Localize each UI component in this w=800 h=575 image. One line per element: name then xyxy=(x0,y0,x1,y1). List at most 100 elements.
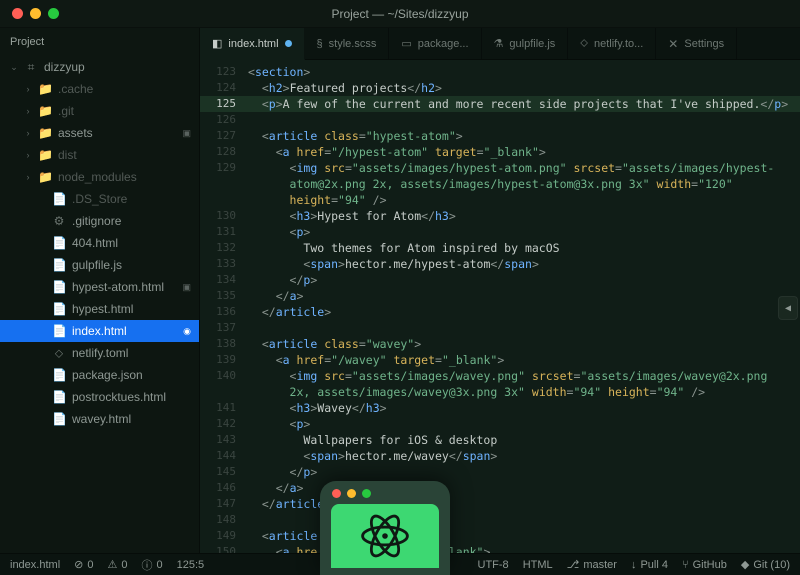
line-number[interactable]: 146 xyxy=(200,480,244,496)
tree-item[interactable]: ⚙.gitignore xyxy=(0,210,199,232)
tree-item[interactable]: ⬦netlify.toml xyxy=(0,342,199,364)
line-number[interactable]: 139 xyxy=(200,352,244,368)
code-line[interactable]: <section> xyxy=(244,64,800,80)
line-number[interactable]: 132 xyxy=(200,240,244,256)
tree-item[interactable]: 📄index.html◉ xyxy=(0,320,199,342)
statusbar-item[interactable]: ⎇master xyxy=(567,558,617,571)
code-area[interactable]: <section> <h2>Featured projects</h2> <p>… xyxy=(244,60,800,553)
line-number[interactable] xyxy=(200,384,244,400)
line-number[interactable]: 137 xyxy=(200,320,244,336)
tree-item[interactable]: ›📁.git xyxy=(0,100,199,122)
status-icon: ⚠ xyxy=(107,558,117,571)
line-number[interactable]: 143 xyxy=(200,432,244,448)
line-number[interactable]: 124 xyxy=(200,80,244,96)
tree-item[interactable]: 📄package.json xyxy=(0,364,199,386)
code-line[interactable]: <p>A few of the current and more recent … xyxy=(244,96,800,112)
line-number[interactable]: 150 xyxy=(200,544,244,553)
code-line[interactable]: </article> xyxy=(244,304,800,320)
statusbar-item[interactable]: ↓Pull 4 xyxy=(631,559,668,571)
line-number[interactable]: 147 xyxy=(200,496,244,512)
line-number[interactable]: 126 xyxy=(200,112,244,128)
file-icon: 📄 xyxy=(52,412,66,426)
code-line[interactable]: <a href="/wavey" target="_blank"> xyxy=(244,352,800,368)
line-number[interactable]: 131 xyxy=(200,224,244,240)
tree-item[interactable]: ›📁assets▣ xyxy=(0,122,199,144)
code-line[interactable]: <span>hector.me/hypest-atom</span> xyxy=(244,256,800,272)
line-number[interactable] xyxy=(200,192,244,208)
code-line[interactable]: <article class="hypest-atom"> xyxy=(244,128,800,144)
code-line[interactable]: <a href="/hypest-atom" target="_blank"> xyxy=(244,144,800,160)
minimize-button[interactable] xyxy=(30,8,41,19)
line-number[interactable]: 123 xyxy=(200,64,244,80)
zoom-button[interactable] xyxy=(48,8,59,19)
code-line[interactable]: <span>hector.me/wavey</span> xyxy=(244,448,800,464)
line-number[interactable]: 149 xyxy=(200,528,244,544)
code-line[interactable]: <p> xyxy=(244,416,800,432)
tree-item[interactable]: 📄postrocktues.html xyxy=(0,386,199,408)
tab[interactable]: ▭package... xyxy=(389,28,481,59)
code-line[interactable]: <article class="wavey"> xyxy=(244,336,800,352)
tree-item[interactable]: ›📁dist xyxy=(0,144,199,166)
line-number[interactable]: 130 xyxy=(200,208,244,224)
line-number[interactable]: 141 xyxy=(200,400,244,416)
code-line[interactable]: </p> xyxy=(244,272,800,288)
tab-settings[interactable]: ✕Settings xyxy=(656,28,737,59)
editor[interactable]: 1231241251261271281291301311321331341351… xyxy=(200,60,800,553)
tree-item[interactable]: ›📁node_modules xyxy=(0,166,199,188)
statusbar-item[interactable]: 125:5 xyxy=(177,559,205,571)
line-number[interactable]: 135 xyxy=(200,288,244,304)
statusbar-item[interactable]: ⓘ0 xyxy=(141,557,162,573)
line-number[interactable]: 129 xyxy=(200,160,244,176)
code-line[interactable]: </a> xyxy=(244,288,800,304)
code-line[interactable]: 2x, assets/images/wavey@3x.png 3x" width… xyxy=(244,384,800,400)
tree-item[interactable]: 📄.DS_Store xyxy=(0,188,199,210)
code-line[interactable]: <p> xyxy=(244,224,800,240)
tree-item[interactable]: 📄gulpfile.js xyxy=(0,254,199,276)
tree-item[interactable]: 📄hypest.html xyxy=(0,298,199,320)
code-line[interactable]: <h3>Hypest for Atom</h3> xyxy=(244,208,800,224)
tree-root[interactable]: ⌄ ⌗ dizzyup xyxy=(0,56,199,78)
statusbar-item[interactable]: ◆Git (10) xyxy=(741,558,790,571)
code-line[interactable]: </p> xyxy=(244,464,800,480)
code-line[interactable]: atom@2x.png 2x, assets/images/hypest-ato… xyxy=(244,176,800,192)
statusbar-item[interactable]: index.html xyxy=(10,559,60,571)
tab[interactable]: ⬦netlify.to... xyxy=(568,28,656,59)
code-line[interactable]: height="94" /> xyxy=(244,192,800,208)
statusbar-item[interactable]: UTF-8 xyxy=(478,559,509,571)
statusbar-item[interactable]: HTML xyxy=(523,559,553,571)
close-button[interactable] xyxy=(12,8,23,19)
tree-item[interactable]: 📄hypest-atom.html▣ xyxy=(0,276,199,298)
line-number[interactable]: 148 xyxy=(200,512,244,528)
line-number[interactable]: 145 xyxy=(200,464,244,480)
line-number[interactable] xyxy=(200,176,244,192)
tree-item[interactable]: ›📁.cache xyxy=(0,78,199,100)
line-number[interactable]: 136 xyxy=(200,304,244,320)
tab[interactable]: ⚗gulpfile.js xyxy=(482,28,569,59)
line-number[interactable]: 140 xyxy=(200,368,244,384)
code-line[interactable] xyxy=(244,112,800,128)
file-icon: 📁 xyxy=(38,104,52,118)
statusbar-item[interactable]: ⚠0 xyxy=(107,558,127,571)
tree-item[interactable]: 📄404.html xyxy=(0,232,199,254)
line-number[interactable]: 138 xyxy=(200,336,244,352)
line-number[interactable]: 134 xyxy=(200,272,244,288)
code-line[interactable]: <h2>Featured projects</h2> xyxy=(244,80,800,96)
tree-item[interactable]: 📄wavey.html xyxy=(0,408,199,430)
code-line[interactable]: Wallpapers for iOS & desktop xyxy=(244,432,800,448)
code-line[interactable]: <img src="assets/images/wavey.png" srcse… xyxy=(244,368,800,384)
code-line[interactable]: <img src="assets/images/hypest-atom.png"… xyxy=(244,160,800,176)
line-number[interactable]: 142 xyxy=(200,416,244,432)
statusbar-item[interactable]: ⊘0 xyxy=(74,558,93,571)
line-number[interactable]: 144 xyxy=(200,448,244,464)
line-number[interactable]: 133 xyxy=(200,256,244,272)
code-line[interactable]: Two themes for Atom inspired by macOS xyxy=(244,240,800,256)
statusbar-item[interactable]: ⑂GitHub xyxy=(682,559,727,571)
code-line[interactable]: <h3>Wavey</h3> xyxy=(244,400,800,416)
panel-toggle-button[interactable]: ◀ xyxy=(778,296,798,320)
code-line[interactable] xyxy=(244,320,800,336)
line-number[interactable]: 128 xyxy=(200,144,244,160)
line-number[interactable]: 127 xyxy=(200,128,244,144)
tab[interactable]: §style.scss xyxy=(305,28,390,59)
tab[interactable]: ◧index.html xyxy=(200,28,305,60)
line-number[interactable]: 125 xyxy=(200,96,244,112)
